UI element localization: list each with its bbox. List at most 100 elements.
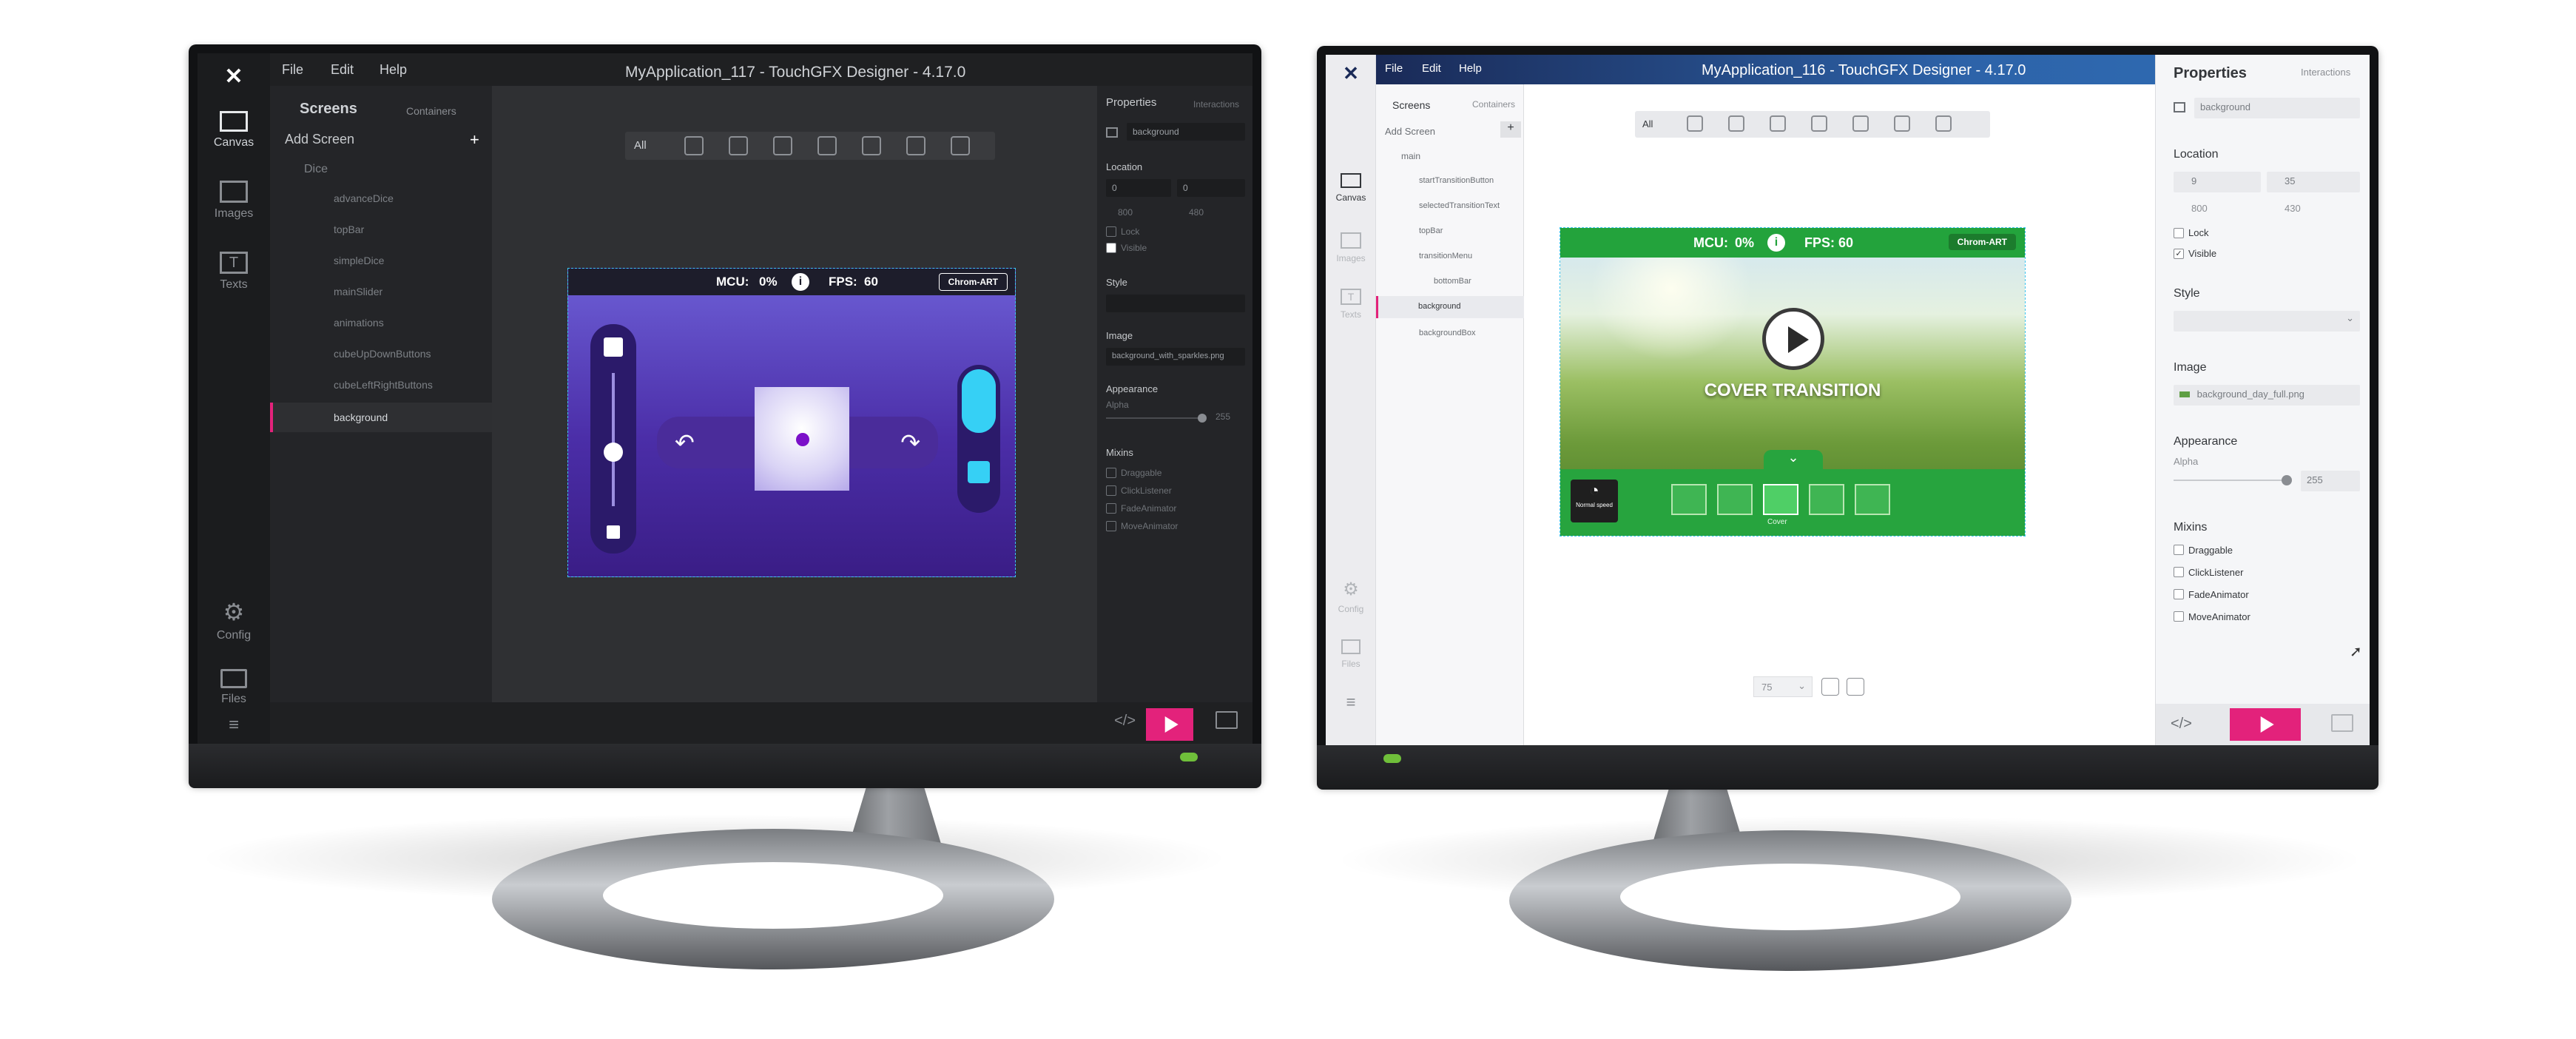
left-tree-item-selected[interactable]: background — [270, 403, 492, 432]
right-mixin-clicklistener-checkbox[interactable] — [2174, 567, 2184, 577]
right-props-visible-checkbox[interactable]: ✓ — [2174, 249, 2184, 259]
right-menu-file[interactable]: File — [1385, 62, 1403, 75]
right-tree-item[interactable]: bottomBar — [1434, 277, 1471, 286]
right-add-screen-plus-icon[interactable]: + — [1500, 121, 1521, 138]
left-menu-edit[interactable]: Edit — [331, 62, 354, 78]
left-add-screen-plus-icon[interactable]: + — [470, 130, 479, 149]
right-export-icon[interactable] — [2331, 714, 2353, 732]
right-rail-canvas[interactable]: Canvas — [1326, 173, 1376, 203]
right-tree-item[interactable]: selectedTransitionText — [1419, 201, 1500, 210]
right-props-alpha-knob[interactable] — [2282, 475, 2292, 485]
left-hamburger-icon[interactable]: ≡ — [198, 715, 270, 736]
left-rail-texts[interactable]: T Texts — [198, 252, 270, 292]
left-run-button[interactable] — [1146, 708, 1193, 741]
left-rail-config[interactable]: ⚙ Config — [198, 599, 270, 642]
right-toolbar-interaction-icon[interactable] — [1687, 115, 1703, 132]
left-props-y-field[interactable]: 0 — [1177, 179, 1245, 197]
right-props-tab-interactions[interactable]: Interactions — [2301, 67, 2350, 78]
right-tree-item[interactable]: transitionMenu — [1419, 252, 1472, 260]
right-rail-config[interactable]: ⚙ Config — [1326, 580, 1376, 615]
left-mixin-fadeanimator-checkbox[interactable] — [1106, 503, 1116, 514]
right-screen-main[interactable]: main — [1401, 151, 1420, 161]
right-mixin-moveanimator-checkbox[interactable] — [2174, 611, 2184, 622]
right-props-y-field[interactable]: 35 — [2267, 172, 2360, 192]
left-menu-file[interactable]: File — [282, 62, 303, 78]
right-run-button[interactable] — [2230, 708, 2301, 741]
left-props-alpha-knob[interactable] — [1198, 414, 1207, 423]
left-tab-screens[interactable]: Screens — [300, 101, 357, 118]
left-mixin-clicklistener-checkbox[interactable] — [1106, 485, 1116, 496]
left-props-name-field[interactable]: background — [1127, 123, 1245, 141]
right-tree-item-selected[interactable]: background — [1376, 296, 1524, 318]
left-tree-item[interactable]: simpleDice — [334, 255, 384, 266]
left-rail-canvas[interactable]: Canvas — [198, 111, 270, 149]
right-toolbar-shapes-icon[interactable] — [1811, 115, 1827, 132]
right-rail-images[interactable]: Images — [1326, 232, 1376, 263]
right-props-tab-properties[interactable]: Properties — [2174, 65, 2247, 82]
left-props-image-field[interactable]: background_with_sparkles.png — [1106, 348, 1245, 366]
left-screen-dice[interactable]: Dice — [304, 163, 328, 176]
right-rail-files[interactable]: Files — [1326, 639, 1376, 669]
right-tab-screens[interactable]: Screens — [1392, 99, 1430, 111]
left-toolbar-image-icon[interactable] — [729, 136, 748, 155]
left-toolbar-interaction-icon[interactable] — [684, 136, 704, 155]
left-tree-item[interactable]: cubeLeftRightButtons — [334, 379, 433, 391]
right-props-style-select[interactable]: ⌄ — [2174, 311, 2360, 332]
left-menu-help[interactable]: Help — [380, 62, 407, 78]
right-toolbar-layers-icon[interactable] — [1770, 115, 1786, 132]
right-toolbar-stack-icon[interactable] — [1935, 115, 1952, 132]
left-preview-fps-label: FPS: — [829, 275, 857, 289]
right-code-icon[interactable]: </> — [2171, 716, 2192, 733]
right-rail-texts[interactable]: T Texts — [1326, 289, 1376, 320]
left-tab-containers[interactable]: Containers — [406, 105, 456, 117]
left-toolbar-layers-icon[interactable] — [773, 136, 792, 155]
right-add-screen[interactable]: Add Screen — [1385, 126, 1435, 137]
right-zoom-select[interactable]: 75 ⌄ — [1753, 676, 1813, 697]
right-tab-containers[interactable]: Containers — [1472, 99, 1515, 110]
left-props-tab-properties[interactable]: Properties — [1106, 96, 1156, 109]
right-zoom-fit-icon[interactable] — [1821, 678, 1839, 696]
left-rail-images[interactable]: Images — [198, 181, 270, 221]
right-menu-help[interactable]: Help — [1459, 62, 1482, 75]
right-tree-item[interactable]: topBar — [1419, 226, 1443, 235]
right-tree-item[interactable]: startTransitionButton — [1419, 176, 1494, 185]
left-code-icon[interactable]: </> — [1114, 713, 1136, 730]
left-toolbar-button-icon[interactable] — [862, 136, 881, 155]
right-props-x-field[interactable]: 9 — [2174, 172, 2261, 192]
right-crop-icon[interactable] — [1847, 678, 1864, 696]
right-props-alpha-field[interactable]: 255 — [2301, 471, 2360, 491]
left-tree-item[interactable]: cubeUpDownButtons — [334, 348, 431, 360]
right-toolbar-container-icon[interactable] — [1894, 115, 1910, 132]
right-toolbar-button-icon[interactable] — [1852, 115, 1869, 132]
right-props-alpha-slider[interactable] — [2174, 480, 2286, 481]
right-mixin-fadeanimator-checkbox[interactable] — [2174, 589, 2184, 599]
left-props-tab-interactions[interactable]: Interactions — [1193, 99, 1239, 110]
right-props-name-field[interactable]: background — [2194, 98, 2360, 118]
left-tree-item[interactable]: topBar — [334, 223, 364, 235]
right-mixin-draggable-checkbox[interactable] — [2174, 545, 2184, 555]
left-mixin-draggable-checkbox[interactable] — [1106, 468, 1116, 478]
left-toolbar-shapes-icon[interactable] — [817, 136, 837, 155]
left-props-style-select[interactable] — [1106, 295, 1245, 312]
right-hamburger-icon[interactable]: ≡ — [1326, 693, 1376, 712]
right-toolbar-all[interactable]: All — [1642, 118, 1653, 130]
left-tree-item[interactable]: mainSlider — [334, 286, 382, 297]
right-props-lock-checkbox[interactable] — [2174, 228, 2184, 238]
left-tree-item[interactable]: advanceDice — [334, 192, 394, 204]
left-toolbar-stack-icon[interactable] — [951, 136, 970, 155]
left-props-visible-checkbox[interactable] — [1106, 243, 1116, 253]
left-export-icon[interactable] — [1215, 711, 1238, 729]
left-add-screen[interactable]: Add Screen — [285, 132, 354, 147]
right-props-image-field[interactable]: background_day_full.png — [2174, 385, 2360, 406]
right-toolbar-image-icon[interactable] — [1728, 115, 1744, 132]
left-props-x-field[interactable]: 0 — [1106, 179, 1171, 197]
left-props-alpha-slider[interactable] — [1106, 417, 1202, 419]
left-tree-item[interactable]: animations — [334, 317, 384, 329]
right-tree-item[interactable]: backgroundBox — [1419, 329, 1475, 337]
left-toolbar-all[interactable]: All — [634, 139, 647, 152]
right-menu-edit[interactable]: Edit — [1422, 62, 1441, 75]
left-mixin-moveanimator-checkbox[interactable] — [1106, 521, 1116, 531]
left-rail-files[interactable]: Files — [198, 669, 270, 706]
left-toolbar-container-icon[interactable] — [906, 136, 925, 155]
left-props-lock-checkbox[interactable] — [1106, 226, 1116, 237]
